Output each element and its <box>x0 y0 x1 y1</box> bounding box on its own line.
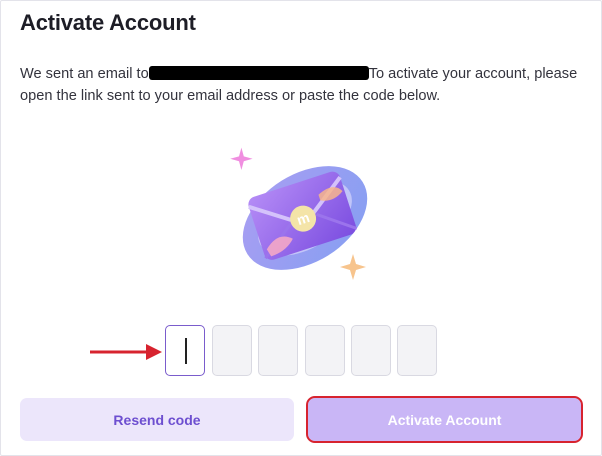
redacted-email <box>148 66 369 80</box>
code-digit-3[interactable] <box>258 325 298 376</box>
envelope-logo-icon: m <box>225 140 385 290</box>
code-digit-2[interactable] <box>212 325 252 376</box>
text-caret <box>185 338 187 364</box>
page-title: Activate Account <box>20 10 196 35</box>
code-digit-5[interactable] <box>351 325 391 376</box>
code-digit-1[interactable] <box>165 325 205 376</box>
instruction-text: We sent an email to To activate your acco… <box>20 63 590 107</box>
message-prefix: We sent an email to <box>20 66 149 82</box>
red-arrow-annotation <box>90 344 162 360</box>
activate-account-button[interactable]: Activate Account <box>306 396 583 443</box>
code-digit-6[interactable] <box>397 325 437 376</box>
code-digit-4[interactable] <box>305 325 345 376</box>
resend-code-button[interactable]: Resend code <box>20 398 294 441</box>
